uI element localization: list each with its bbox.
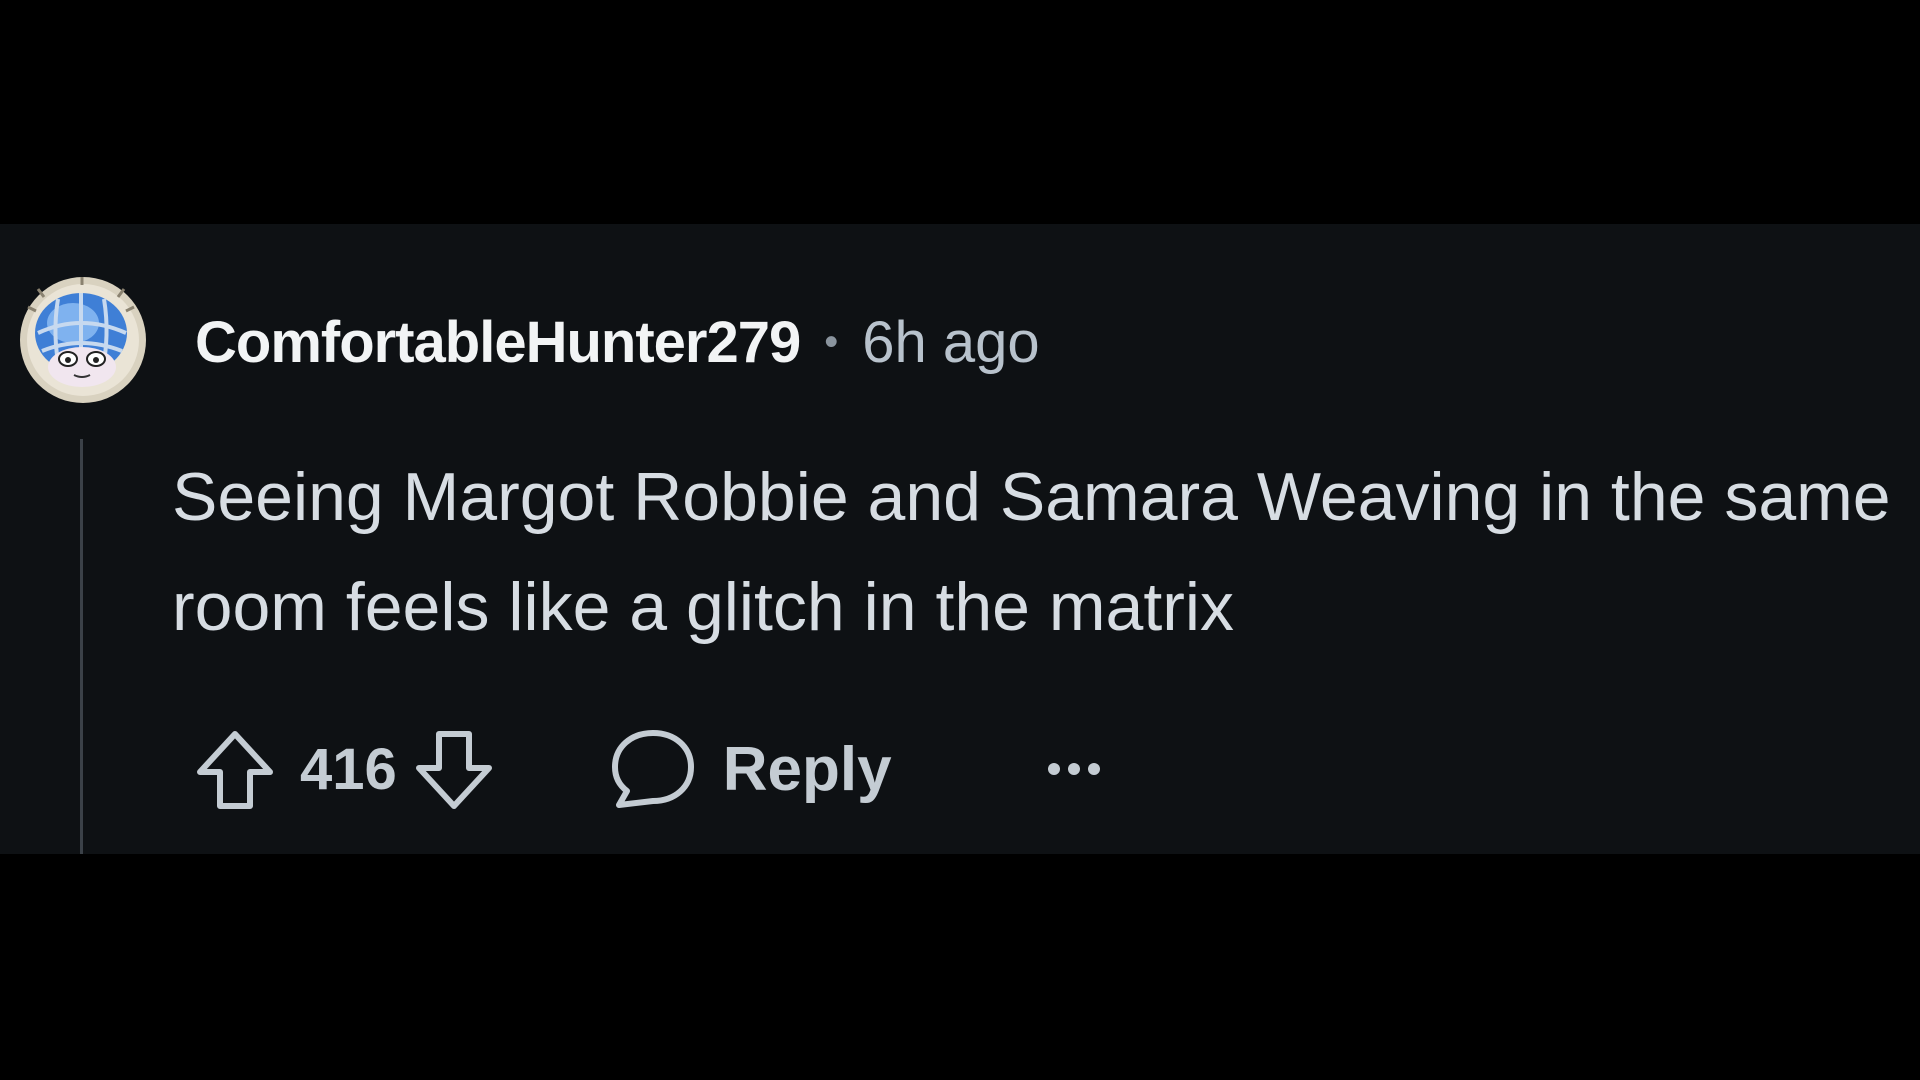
arrow-up-icon [197, 731, 273, 809]
vote-count: 416 [300, 736, 397, 802]
comment-meta: ComfortableHunter279 • 6h ago [195, 304, 1040, 380]
user-avatar[interactable] [18, 275, 148, 405]
ellipsis-icon [1047, 763, 1100, 775]
upvote-button[interactable] [190, 724, 280, 814]
avatar-image [20, 277, 146, 403]
more-options-button[interactable] [1042, 739, 1106, 799]
downvote-button[interactable] [409, 724, 499, 814]
speech-bubble-icon [611, 730, 694, 808]
comment-timestamp[interactable]: 6h ago [862, 309, 1039, 376]
thread-line[interactable] [80, 439, 83, 854]
comment-actions: 416 Reply [190, 724, 1106, 814]
reply-button[interactable]: Reply [609, 725, 892, 813]
arrow-down-icon [415, 731, 492, 809]
author-username[interactable]: ComfortableHunter279 [195, 309, 801, 376]
reply-label: Reply [722, 734, 892, 804]
comment-card: ComfortableHunter279 • 6h ago Seeing Mar… [0, 224, 1920, 854]
comment-body: Seeing Margot Robbie and Samara Weaving … [172, 459, 1891, 645]
meta-separator: • [824, 319, 839, 364]
